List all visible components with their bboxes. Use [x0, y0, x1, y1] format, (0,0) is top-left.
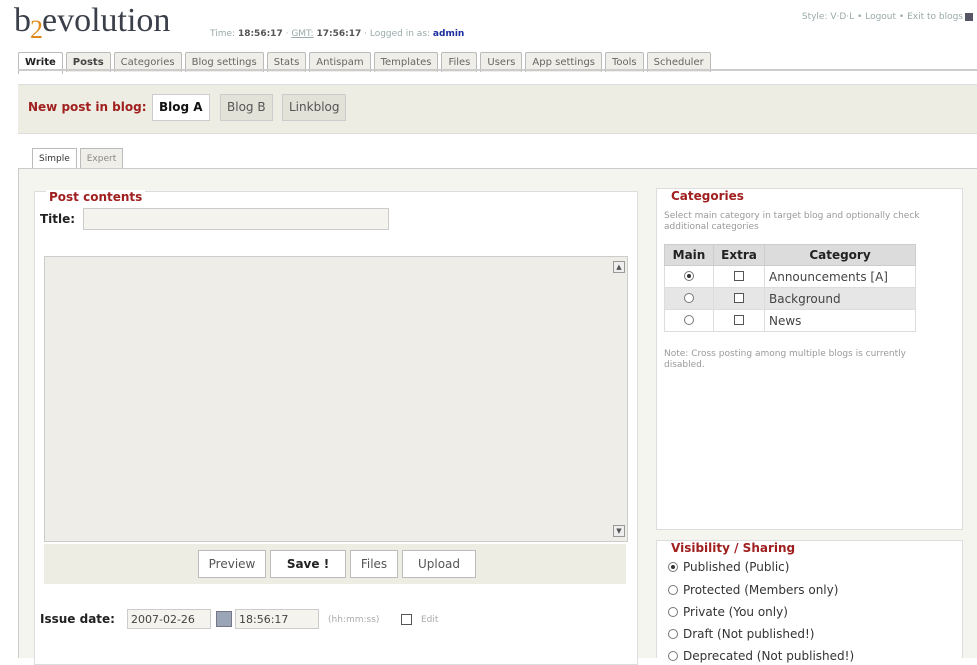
top-links: Style: V·D·L • Logout • Exit to blogs [802, 12, 973, 22]
table-row: Background [664, 287, 916, 310]
table-row: News [664, 309, 916, 332]
visibility-radio[interactable] [668, 651, 678, 661]
style-switcher[interactable]: Style: V·D·L [802, 12, 854, 22]
logout-link[interactable]: Logout [865, 12, 896, 22]
issue-date-label: Issue date: [40, 612, 115, 626]
categories-table: Main Extra Category Announcements [A] Ba… [664, 244, 916, 332]
exit-to-blogs-link[interactable]: Exit to blogs [907, 12, 963, 22]
blog-tab-b[interactable]: Blog B [220, 94, 273, 121]
issue-date-input[interactable]: 2007-02-26 [127, 609, 211, 629]
blog-selector-label: New post in blog: [28, 100, 147, 114]
categories-header-row: Main Extra Category [664, 244, 916, 266]
cross-posting-note: Note: Cross posting among multiple blogs… [664, 349, 906, 370]
scroll-down-icon[interactable]: ▼ [613, 525, 625, 537]
visibility-option-draft[interactable]: Draft (Not published!) [668, 627, 814, 641]
blog-tab-a[interactable]: Blog A [152, 94, 210, 121]
categories-help: Select main category in target blog and … [664, 211, 920, 232]
calendar-icon[interactable] [216, 611, 232, 627]
category-name: Background [764, 287, 916, 310]
visibility-option-private[interactable]: Private (You only) [668, 605, 788, 619]
main-category-radio[interactable] [684, 292, 694, 303]
post-content-textarea[interactable]: ▲ ▼ [44, 256, 628, 542]
extra-column-header: Extra [713, 244, 765, 266]
visibility-option-published[interactable]: Published (Public) [668, 560, 789, 574]
extra-category-checkbox[interactable] [734, 314, 744, 325]
gmt-time: 17:56:17 [316, 29, 362, 39]
tab-simple[interactable]: Simple [32, 148, 77, 169]
tabs-divider [18, 69, 977, 71]
files-button[interactable]: Files [350, 550, 398, 578]
save-button[interactable]: Save ! [270, 550, 346, 578]
blog-selector-bar: New post in blog: Blog A Blog B Linkblog [18, 84, 977, 134]
visibility-radio[interactable] [668, 607, 678, 617]
gmt-link[interactable]: GMT: [291, 29, 313, 39]
extra-category-checkbox[interactable] [734, 292, 744, 303]
username[interactable]: admin [433, 29, 464, 39]
visibility-radio[interactable] [668, 585, 678, 595]
issue-time-input[interactable]: 18:56:17 [235, 609, 319, 629]
extra-category-checkbox[interactable] [734, 270, 744, 281]
app-logo: b2evolution [14, 2, 171, 44]
exit-icon[interactable] [965, 12, 973, 21]
visibility-option-protected[interactable]: Protected (Members only) [668, 583, 838, 597]
title-label: Title: [40, 212, 76, 226]
editor-actions: Preview Save ! Files Upload [44, 544, 626, 584]
blog-tab-linkblog[interactable]: Linkblog [282, 94, 347, 121]
scroll-up-icon[interactable]: ▲ [613, 261, 625, 273]
time-format-hint: (hh:mm:ss) [328, 615, 380, 625]
main-column-header: Main [664, 244, 714, 266]
category-column-header: Category [764, 244, 916, 266]
editor-mode-tabs: Simple Expert [32, 148, 124, 169]
title-input[interactable] [83, 208, 389, 230]
table-row: Announcements [A] [664, 265, 916, 288]
visibility-legend: Visibility / Sharing [668, 541, 799, 555]
category-name: Announcements [A] [764, 265, 916, 288]
main-category-radio[interactable] [684, 314, 694, 325]
categories-legend: Categories [668, 189, 747, 203]
server-time: 18:56:17 [237, 29, 283, 39]
post-contents-legend: Post contents [46, 190, 146, 204]
main-category-radio[interactable] [684, 270, 694, 281]
visibility-option-deprecated[interactable]: Deprecated (Not published!) [668, 649, 854, 663]
edit-date-label: Edit [421, 615, 439, 625]
session-info: Time: 18:56:17 · GMT: 17:56:17 · Logged … [210, 29, 465, 39]
edit-date-checkbox[interactable] [401, 614, 412, 625]
tab-expert[interactable]: Expert [79, 148, 124, 169]
category-name: News [764, 309, 916, 332]
visibility-radio[interactable] [668, 562, 678, 572]
preview-button[interactable]: Preview [198, 550, 266, 578]
visibility-radio[interactable] [668, 629, 678, 639]
upload-button[interactable]: Upload [402, 550, 476, 578]
